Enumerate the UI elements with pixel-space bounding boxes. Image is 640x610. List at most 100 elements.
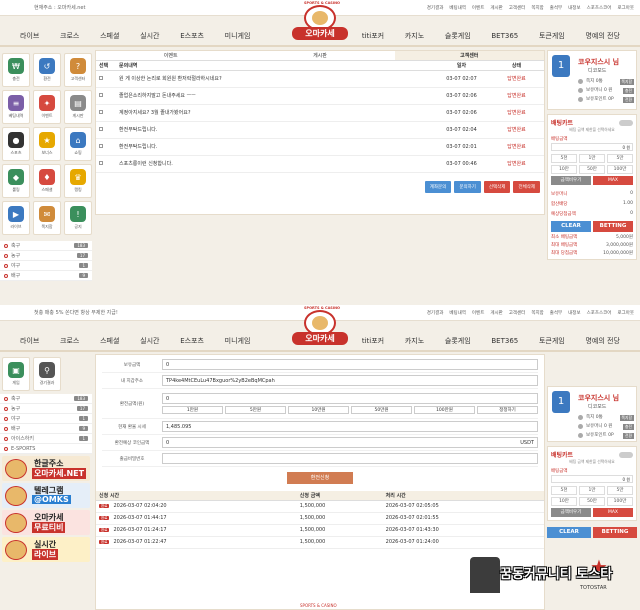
nav-item[interactable]: 스페셜 bbox=[100, 31, 119, 41]
bet-chip[interactable]: 5만 bbox=[607, 154, 633, 163]
top-link[interactable]: 스포츠스코어 bbox=[587, 5, 612, 11]
top-link[interactable]: 쪽지함 bbox=[531, 5, 543, 11]
sport-row[interactable]: 축구 183 bbox=[0, 241, 92, 251]
bet-chip[interactable]: 100만 bbox=[607, 497, 633, 506]
menu-item[interactable]: ▣ 게임 bbox=[2, 357, 30, 391]
sport-row[interactable]: 농구 17 bbox=[0, 404, 92, 414]
top-link[interactable]: 스포츠스코어 bbox=[587, 310, 612, 316]
nav-item[interactable]: titi포커 bbox=[362, 336, 384, 346]
top-link[interactable]: 출석부 bbox=[550, 5, 562, 11]
menu-item[interactable]: ♦ 스페셜 bbox=[33, 164, 61, 198]
bet-amount-input-2[interactable]: 0 원 bbox=[551, 475, 633, 483]
nav-item[interactable]: 슬롯게임 bbox=[445, 336, 471, 346]
menu-item[interactable]: ? 고객센터 bbox=[64, 53, 92, 87]
top-link[interactable]: 내정보 bbox=[568, 310, 580, 316]
apply-exchange-button[interactable]: 환전신청 bbox=[287, 472, 353, 484]
clear-button[interactable]: CLEAR bbox=[551, 221, 591, 232]
promo-banner[interactable]: 실시간 라이브 bbox=[2, 537, 90, 562]
user-stat-button[interactable]: 충전 bbox=[623, 423, 634, 430]
top-link[interactable]: 경기결과 bbox=[427, 5, 444, 11]
inquiry-title[interactable]: 환전부탁드립니다. bbox=[116, 121, 434, 139]
amount-chip[interactable]: 10만원 bbox=[288, 406, 349, 414]
nav-item[interactable]: 라이브 bbox=[20, 336, 39, 346]
menu-item[interactable]: ♛ 랭킹 bbox=[64, 164, 92, 198]
amount-chip[interactable]: 1만원 bbox=[162, 406, 223, 414]
sport-row[interactable]: 야구 1 bbox=[0, 414, 92, 424]
nav-item[interactable]: 명예의 전당 bbox=[585, 336, 619, 346]
nav-item[interactable]: BET365 bbox=[491, 337, 518, 345]
inquiry-title[interactable]: 환전부탁드립니다. bbox=[116, 138, 434, 156]
menu-item[interactable]: ⌂ 쇼핑 bbox=[64, 127, 92, 161]
top-link[interactable]: 경기결과 bbox=[427, 310, 444, 316]
menu-item[interactable]: ◆ 롤링 bbox=[2, 164, 30, 198]
tab-item[interactable]: 게시판 bbox=[245, 51, 394, 60]
table-row[interactable]: 계정아지세요? 3월 졸내가봤어요? 03-07 02:06 답변완료 bbox=[96, 104, 544, 122]
sport-row[interactable]: 배구 9 bbox=[0, 271, 92, 281]
nav-item[interactable]: 크로스 bbox=[60, 31, 79, 41]
table-row[interactable]: 환전부탁드립니다. 03-07 02:04 답변완료 bbox=[96, 121, 544, 139]
bet-chip[interactable]: 5천 bbox=[551, 486, 577, 495]
inquiry-title[interactable]: 계정아지세요? 3월 졸내가봤어요? bbox=[116, 104, 434, 122]
top-link[interactable]: 로그아웃 bbox=[617, 310, 634, 316]
top-link[interactable]: 게시판 bbox=[490, 5, 502, 11]
bet-chip[interactable]: 50만 bbox=[579, 497, 605, 506]
nav-item[interactable]: 미니게임 bbox=[225, 336, 251, 346]
top-link[interactable]: 로그아웃 bbox=[617, 5, 634, 11]
top-link[interactable]: 게시판 bbox=[490, 310, 502, 316]
menu-item[interactable]: ≡ 베팅내역 bbox=[2, 90, 30, 124]
menu-item[interactable]: ▶ 라이브 bbox=[2, 201, 30, 235]
user-stat-button[interactable]: 쪽지함 bbox=[619, 414, 634, 421]
bet-chip[interactable]: 1만 bbox=[579, 486, 605, 495]
inquiry-title[interactable]: 스포츠롱이런 신청합니다. bbox=[116, 155, 434, 173]
table-row[interactable]: 환전부탁드립니다. 03-07 02:01 답변완료 bbox=[96, 138, 544, 156]
nav-item[interactable]: titi포커 bbox=[362, 31, 384, 41]
bet-chip[interactable]: 10만 bbox=[551, 497, 577, 506]
amount-chip[interactable]: 100만원 bbox=[414, 406, 475, 414]
max-button[interactable]: MAX bbox=[593, 176, 633, 185]
sport-row[interactable]: 농구 17 bbox=[0, 251, 92, 261]
bet-chip[interactable]: 1만 bbox=[579, 154, 605, 163]
table-row[interactable]: 스포츠롱이런 신청합니다. 03-07 00:46 답변완료 bbox=[96, 155, 544, 173]
row-checkbox[interactable] bbox=[99, 75, 103, 80]
top-link[interactable]: 출석부 bbox=[550, 310, 562, 316]
user-stat-button[interactable]: 쪽지함 bbox=[619, 78, 634, 85]
top-link[interactable]: 고객센터 bbox=[509, 310, 526, 316]
user-stat-button[interactable]: 전환 bbox=[623, 96, 634, 103]
nav-item[interactable]: 미니게임 bbox=[225, 31, 251, 41]
top-link[interactable]: 베팅내역 bbox=[449, 310, 466, 316]
betting-button[interactable]: BETTING bbox=[593, 221, 633, 232]
nav-item[interactable]: BET365 bbox=[491, 32, 518, 40]
amount-chip[interactable]: 5만원 bbox=[225, 406, 286, 414]
row-checkbox[interactable] bbox=[99, 126, 103, 131]
nav-item[interactable]: 스페셜 bbox=[100, 336, 119, 346]
top-link[interactable]: 내정보 bbox=[568, 5, 580, 11]
sport-row[interactable]: 야구 1 bbox=[0, 261, 92, 271]
clear-amount-button[interactable]: 금액비우기 bbox=[551, 176, 591, 185]
nav-item[interactable]: 실시간 bbox=[140, 336, 159, 346]
top-link[interactable]: 이벤트 bbox=[472, 5, 484, 11]
inquiry-action-button[interactable]: 전체삭제 bbox=[513, 180, 540, 193]
menu-item[interactable]: ● 스포츠 bbox=[2, 127, 30, 161]
nav-item[interactable]: 명예의 전당 bbox=[585, 31, 619, 41]
top-link[interactable]: 쪽지함 bbox=[531, 310, 543, 316]
amount-chip[interactable]: 50만원 bbox=[351, 406, 412, 414]
menu-item[interactable]: ! 공지 bbox=[64, 201, 92, 235]
top-link[interactable]: 이벤트 bbox=[472, 310, 484, 316]
inquiry-action-button[interactable]: 문의하기 bbox=[454, 180, 481, 193]
bet-chip[interactable]: 100만 bbox=[607, 165, 633, 174]
nav-item[interactable]: E스포츠 bbox=[180, 336, 204, 346]
promo-banner[interactable]: 텔레그램 @OMKS bbox=[2, 483, 90, 508]
promo-banner[interactable]: 한글주소 오마카세.NET bbox=[2, 456, 90, 481]
bet-cart-toggle[interactable] bbox=[619, 119, 633, 126]
promo-banner[interactable]: 오마카세 무료티비 bbox=[2, 510, 90, 535]
inquiry-action-button[interactable]: 계좌문의 bbox=[424, 180, 452, 193]
table-row[interactable]: 원 게 이상한 논리로 회원원 환저락절라하시네요? 03-07 02:07 답변완… bbox=[96, 70, 544, 88]
row-checkbox[interactable] bbox=[99, 143, 103, 148]
top-link[interactable]: 베팅내역 bbox=[449, 5, 466, 11]
menu-item[interactable]: ★ 보너스 bbox=[33, 127, 61, 161]
user-stat-button[interactable]: 충전 bbox=[623, 87, 634, 94]
nav-item[interactable]: 라이브 bbox=[20, 31, 39, 41]
bet-chip[interactable]: 5천 bbox=[551, 154, 577, 163]
menu-item[interactable]: ⚲ 경기결과 bbox=[33, 357, 61, 391]
nav-item[interactable]: 실시간 bbox=[140, 31, 159, 41]
